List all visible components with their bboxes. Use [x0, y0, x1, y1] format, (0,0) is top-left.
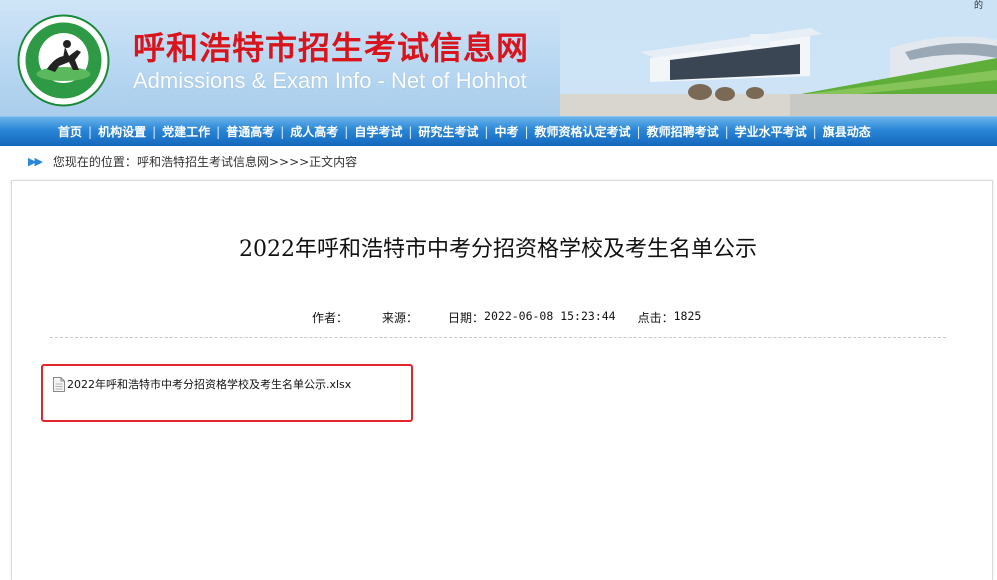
site-logo[interactable]	[17, 14, 110, 107]
author-label: 作者：	[312, 311, 349, 325]
site-title: 呼和浩特市招生考试信息网	[133, 29, 530, 67]
nav-item-graduate[interactable]: 研究生考试	[412, 117, 484, 147]
nav-item-home[interactable]: 首页	[52, 117, 88, 147]
date-label: 日期：	[448, 311, 485, 325]
main-nav: 首页 | 机构设置 | 党建工作 | 普通高考 | 成人高考 | 自学考试 | …	[0, 116, 997, 146]
nav-item-county-news[interactable]: 旗县动态	[817, 117, 877, 147]
nav-item-academic-level[interactable]: 学业水平考试	[729, 117, 813, 147]
attachment-highlight-box	[41, 364, 413, 422]
nav-item-teacher-cert[interactable]: 教师资格认定考试	[529, 117, 637, 147]
double-arrow-icon: ▶▶	[28, 154, 43, 168]
nav-item-adult-exam[interactable]: 成人高考	[284, 117, 344, 147]
nav-item-self-study[interactable]: 自学考试	[348, 117, 408, 147]
breadcrumb-suffix: >>>>正文内容	[268, 154, 358, 169]
article-title: 2022年呼和浩特市中考分招资格学校及考生名单公示	[239, 237, 757, 262]
nav-item-organization[interactable]: 机构设置	[92, 117, 152, 147]
site-header: 呼和浩特市招生考试信息网 Admissions & Exam Info - Ne…	[0, 0, 997, 116]
article-meta: 作者： 来源： 日期： 2022-06-08 15:23:44 点击： 1825	[312, 309, 701, 326]
clicks-value: 1825	[673, 309, 702, 323]
document-icon	[53, 377, 65, 392]
nav-item-high-school[interactable]: 中考	[488, 117, 524, 147]
author-value	[348, 309, 382, 326]
clicks-label: 点击：	[637, 311, 674, 325]
source-value	[418, 309, 448, 326]
breadcrumb-site-link[interactable]: 呼和浩特招生考试信息网	[137, 153, 269, 170]
date-value: 2022-06-08 15:23:44	[484, 309, 616, 323]
breadcrumb: ▶▶ 您现在的位置： 呼和浩特招生考试信息网 >>>>正文内容	[28, 150, 357, 172]
nav-item-college-entrance[interactable]: 普通高考	[220, 117, 280, 147]
meta-divider	[50, 337, 946, 338]
attachment-item[interactable]: 2022年呼和浩特市中考分招资格学校及考生名单公示.xlsx	[53, 377, 351, 392]
site-subtitle: Admissions & Exam Info - Net of Hohhot	[133, 68, 527, 93]
source-label: 来源：	[382, 311, 419, 325]
breadcrumb-prefix: 您现在的位置：	[52, 154, 137, 169]
nav-item-teacher-recruit[interactable]: 教师招聘考试	[641, 117, 725, 147]
article-panel: 2022年呼和浩特市中考分招资格学校及考生名单公示 作者： 来源： 日期： 20…	[11, 180, 993, 580]
corner-mark: 的	[973, 1, 983, 11]
attachment-link[interactable]: 2022年呼和浩特市中考分招资格学校及考生名单公示.xlsx	[67, 378, 351, 392]
nav-item-party-building[interactable]: 党建工作	[156, 117, 216, 147]
stadium-banner-image	[560, 0, 997, 116]
nav-list: 首页 | 机构设置 | 党建工作 | 普通高考 | 成人高考 | 自学考试 | …	[52, 117, 877, 147]
